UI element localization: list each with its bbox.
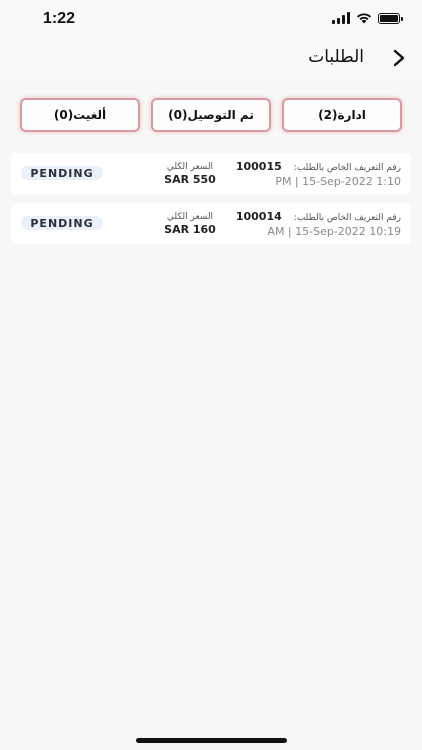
- order-id-label: رقم التعريف الخاص بالطلب:: [293, 163, 401, 173]
- cellular-signal-icon: [332, 12, 350, 24]
- chevron-right-icon: [393, 49, 405, 67]
- order-info: رقم التعريف الخاص بالطلب: 100014 AM | 15…: [236, 211, 401, 239]
- tab-cancelled[interactable]: ألغيت(0): [20, 98, 140, 132]
- order-card[interactable]: PENDING السعر الكلي SAR 160 رقم التعريف …: [11, 203, 411, 244]
- order-date: AM | 15-Sep-2022 10:19: [267, 225, 401, 238]
- order-card[interactable]: PENDING السعر الكلي SAR 550 رقم التعريف …: [11, 153, 411, 194]
- order-id: 100014: [235, 210, 282, 223]
- tab-delivered[interactable]: تم التوصيل(0): [151, 98, 271, 132]
- wifi-icon: [357, 13, 371, 24]
- nav-bar: الطلبات: [0, 38, 422, 80]
- status-badge: PENDING: [21, 216, 103, 230]
- back-button[interactable]: [390, 48, 408, 68]
- orders-list: PENDING السعر الكلي SAR 550 رقم التعريف …: [11, 153, 411, 253]
- status-bar: 1:22: [0, 0, 422, 38]
- home-indicator[interactable]: [136, 738, 287, 743]
- order-total: السعر الكلي SAR 160: [151, 211, 229, 237]
- order-total: السعر الكلي SAR 550: [151, 161, 229, 187]
- total-value: SAR 550: [164, 173, 216, 186]
- tab-managing[interactable]: ادارة(2): [282, 98, 402, 132]
- battery-icon: [378, 12, 403, 24]
- status-time: 1:22: [43, 10, 76, 27]
- status-badge: PENDING: [21, 166, 103, 180]
- total-label: السعر الكلي: [166, 162, 214, 172]
- order-date: PM | 15-Sep-2022 1:10: [275, 175, 401, 188]
- page-title: الطلبات: [308, 47, 364, 67]
- total-value: SAR 160: [164, 223, 216, 236]
- order-status-tabs: ألغيت(0) تم التوصيل(0) ادارة(2): [20, 98, 402, 132]
- order-id: 100015: [235, 160, 282, 173]
- order-id-label: رقم التعريف الخاص بالطلب:: [293, 213, 401, 223]
- order-info: رقم التعريف الخاص بالطلب: 100015 PM | 15…: [236, 161, 401, 189]
- status-icons: [332, 12, 403, 24]
- total-label: السعر الكلي: [166, 212, 214, 222]
